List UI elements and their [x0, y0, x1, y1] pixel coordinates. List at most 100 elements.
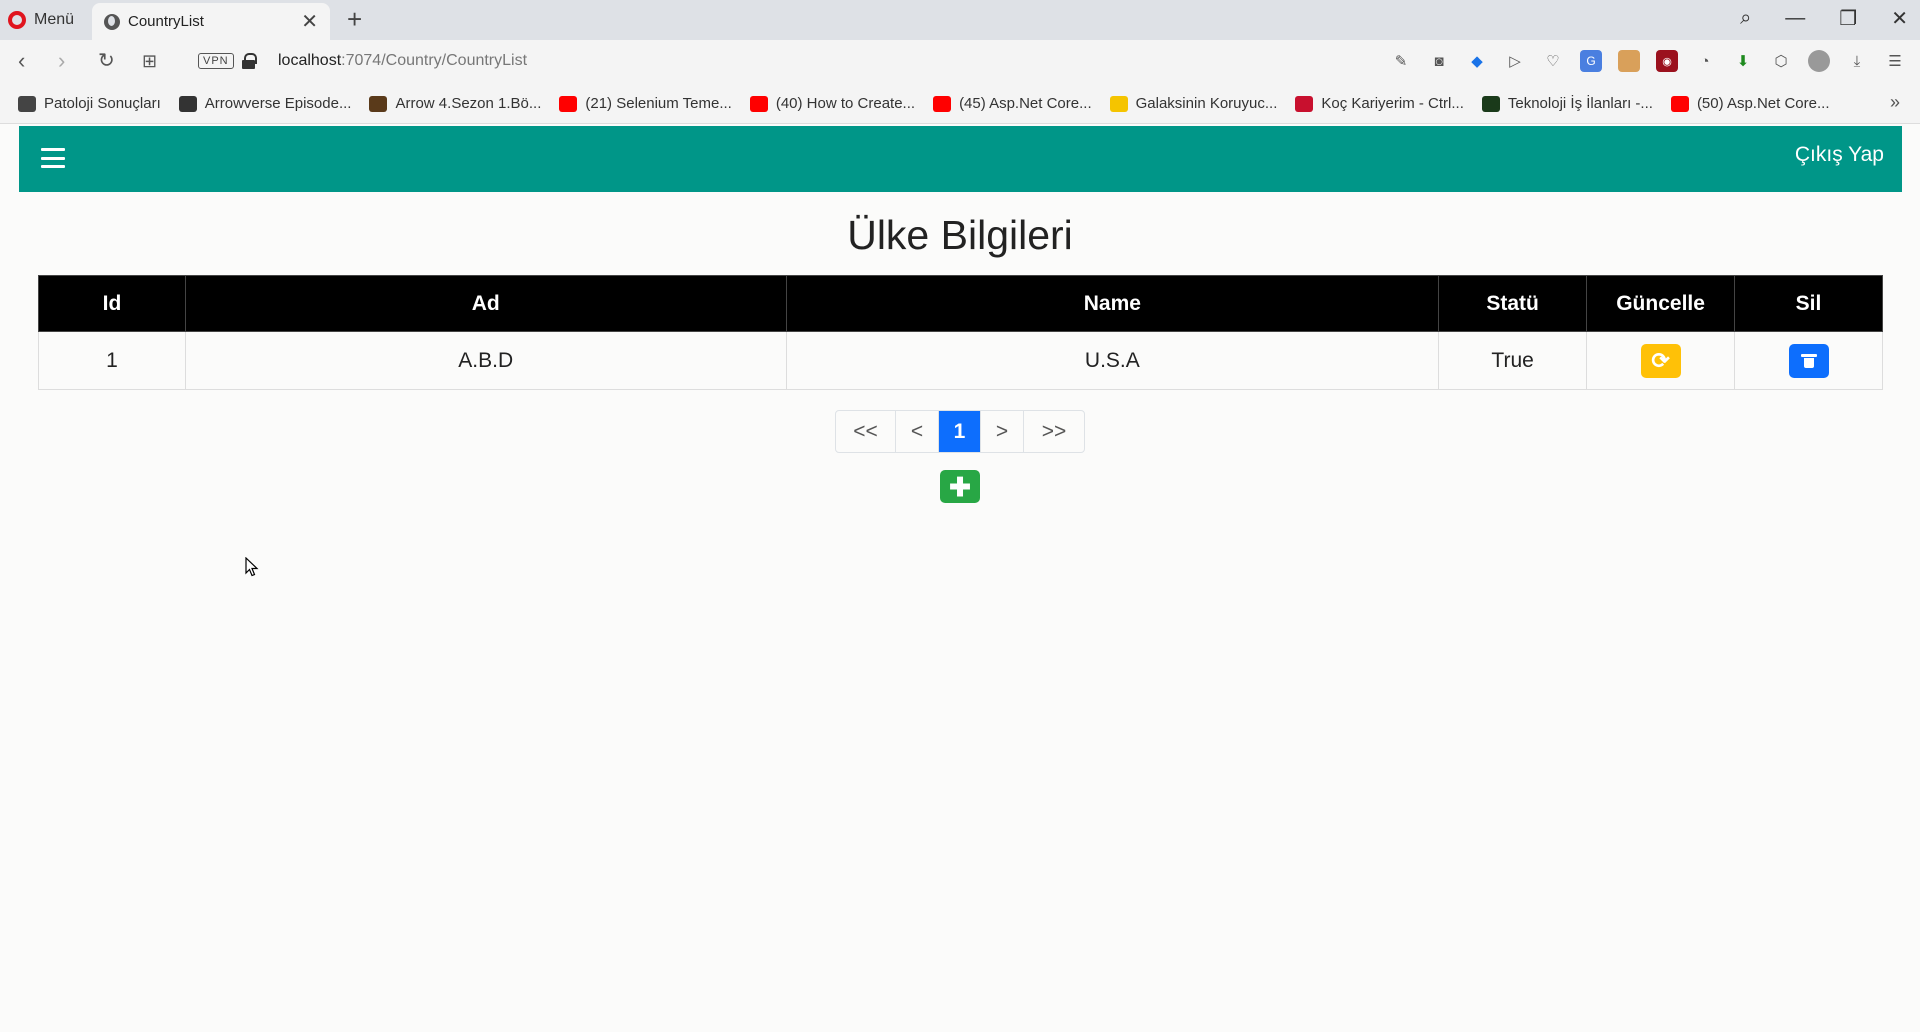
bookmark-label: (45) Asp.Net Core...: [959, 95, 1092, 112]
search-icon[interactable]: ⌕: [1740, 7, 1751, 30]
pagination-page-current[interactable]: 1: [939, 411, 981, 452]
vpn-badge[interactable]: VPN: [198, 53, 234, 69]
pagination-first[interactable]: <<: [836, 411, 896, 452]
bookmark-favicon-icon: [1670, 95, 1689, 112]
bookmark-favicon-icon: [178, 95, 197, 112]
url-path: :7074/Country/CountryList: [341, 52, 528, 69]
logout-link[interactable]: Çıkış Yap: [1795, 143, 1884, 167]
bookmark-item[interactable]: Arrow 4.Sezon 1.Bö...: [369, 95, 541, 112]
heart-icon[interactable]: ♡: [1542, 50, 1564, 72]
bookmark-label: Arrowverse Episode...: [204, 95, 352, 112]
bookmark-label: (21) Selenium Teme...: [585, 95, 732, 112]
delete-button[interactable]: [1788, 343, 1829, 378]
bookmark-label: (50) Asp.Net Core...: [1696, 95, 1830, 112]
bookmark-label: (40) How to Create...: [775, 95, 916, 112]
url-host: localhost: [278, 52, 342, 69]
plus-icon: ✚: [949, 471, 971, 502]
camera-icon[interactable]: ◙: [1428, 50, 1450, 72]
cell-ad: A.B.D: [184, 331, 787, 390]
browser-tab-bar: Menü CountryList ✕ + ⌕ — ❐ ✕: [0, 0, 1920, 40]
cube-icon[interactable]: ⬡: [1770, 50, 1792, 72]
bookmark-favicon-icon: [933, 95, 952, 112]
bookmark-item[interactable]: (40) How to Create...: [749, 95, 916, 112]
shield-icon[interactable]: ◆: [1466, 50, 1488, 72]
extension-icons: ✎ ◙ ◆ ▷ ♡ G ◉ ◔ ⬇ ⬡ ⤓ ☰: [1390, 50, 1906, 72]
speed-dial-icon[interactable]: ◔: [1694, 50, 1716, 72]
bookmark-item[interactable]: Koç Kariyerim - Ctrl...: [1295, 95, 1464, 112]
easy-setup-icon[interactable]: ☰: [1884, 50, 1906, 72]
cell-delete: [1734, 331, 1883, 390]
column-header-name: Name: [785, 275, 1440, 332]
reload-icon[interactable]: ↻: [98, 51, 115, 71]
bookmark-label: Arrow 4.Sezon 1.Bö...: [395, 95, 542, 112]
lock-icon[interactable]: [242, 53, 257, 69]
bookmark-item[interactable]: (50) Asp.Net Core...: [1670, 95, 1830, 112]
download-arrow-icon[interactable]: ⬇: [1732, 50, 1754, 72]
bookmark-item[interactable]: Galaksinin Koruyuc...: [1109, 95, 1278, 112]
forward-icon[interactable]: ›: [58, 50, 65, 72]
browser-tab[interactable]: CountryList ✕: [92, 3, 330, 40]
table-header-row: Id Ad Name Statü Güncelle Sil: [38, 275, 1883, 332]
column-header-id: Id: [38, 275, 186, 332]
globe-icon: [104, 13, 120, 30]
trash-icon: [1800, 353, 1817, 368]
restore-icon[interactable]: ❐: [1839, 6, 1857, 31]
url-field[interactable]: localhost:7074/Country/CountryList: [278, 52, 527, 70]
tab-title: CountryList: [128, 13, 204, 30]
cell-id: 1: [38, 331, 186, 390]
opera-menu-label: Menü: [34, 11, 75, 28]
opera-logo-icon: [8, 11, 26, 29]
bookmark-favicon-icon: [1481, 95, 1500, 112]
bookmark-item[interactable]: (45) Asp.Net Core...: [933, 95, 1092, 112]
bookmarks-bar: Patoloji Sonuçları Arrowverse Episode... A…: [0, 84, 1920, 124]
pagination-last[interactable]: >>: [1024, 411, 1084, 452]
column-header-delete: Sil: [1734, 275, 1883, 332]
bookmark-favicon-icon: [749, 95, 768, 112]
hamburger-menu-icon[interactable]: [41, 148, 65, 168]
table-row: 1 A.B.D U.S.A True ⟳: [38, 331, 1883, 390]
refresh-icon: ⟳: [1651, 347, 1670, 373]
send-icon[interactable]: ▷: [1504, 50, 1526, 72]
back-icon[interactable]: ‹: [18, 50, 25, 72]
tabs-grid-icon[interactable]: ⊞: [142, 52, 157, 70]
pagination-next[interactable]: >: [981, 411, 1024, 452]
wallet-icon[interactable]: [1618, 50, 1640, 72]
page-title: Ülke Bilgileri: [847, 212, 1073, 258]
hamburger-line: [41, 165, 65, 168]
bookmark-label: Teknoloji İş İlanları -...: [1507, 95, 1653, 112]
bookmark-label: Patoloji Sonuçları: [44, 95, 161, 112]
translate-icon[interactable]: G: [1580, 50, 1602, 72]
pagination-prev[interactable]: <: [896, 411, 939, 452]
bookmark-item[interactable]: Teknoloji İş İlanları -...: [1481, 95, 1653, 112]
column-header-update: Güncelle: [1586, 275, 1736, 332]
bookmarks-overflow-icon[interactable]: »: [1890, 92, 1900, 113]
bookmark-favicon-icon: [18, 95, 36, 112]
country-table: Id Ad Name Statü Güncelle Sil 1 A.B.D U.…: [38, 275, 1883, 390]
edit-icon[interactable]: ✎: [1390, 50, 1412, 72]
hamburger-line: [41, 148, 65, 151]
ublock-icon[interactable]: ◉: [1656, 50, 1678, 72]
bookmark-item[interactable]: Patoloji Sonuçları: [18, 95, 161, 112]
bookmark-favicon-icon: [369, 95, 388, 112]
close-tab-icon[interactable]: ✕: [301, 12, 318, 32]
hamburger-line: [41, 156, 65, 160]
profile-avatar-icon[interactable]: [1808, 50, 1830, 72]
downloads-icon[interactable]: ⤓: [1846, 50, 1868, 72]
bookmark-item[interactable]: Arrowverse Episode...: [178, 95, 352, 112]
pagination: << < 1 > >>: [835, 410, 1085, 453]
opera-menu-button[interactable]: Menü: [8, 8, 74, 32]
new-tab-button[interactable]: +: [347, 6, 362, 32]
bookmark-item[interactable]: (21) Selenium Teme...: [559, 95, 732, 112]
cell-status: True: [1438, 331, 1588, 390]
minimize-icon[interactable]: —: [1785, 7, 1805, 30]
cell-update: ⟳: [1586, 331, 1736, 390]
column-header-ad: Ad: [184, 275, 787, 332]
address-bar: ‹ › ↻ ⊞ VPN localhost:7074/Country/Count…: [0, 40, 1920, 84]
update-button[interactable]: ⟳: [1640, 343, 1681, 378]
bookmark-label: Koç Kariyerim - Ctrl...: [1321, 95, 1464, 112]
bookmark-label: Galaksinin Koruyuc...: [1135, 95, 1278, 112]
bookmark-favicon-icon: [1295, 95, 1314, 112]
bookmark-favicon-icon: [559, 95, 578, 112]
add-country-button[interactable]: ✚: [940, 470, 980, 503]
close-window-icon[interactable]: ✕: [1891, 6, 1908, 31]
